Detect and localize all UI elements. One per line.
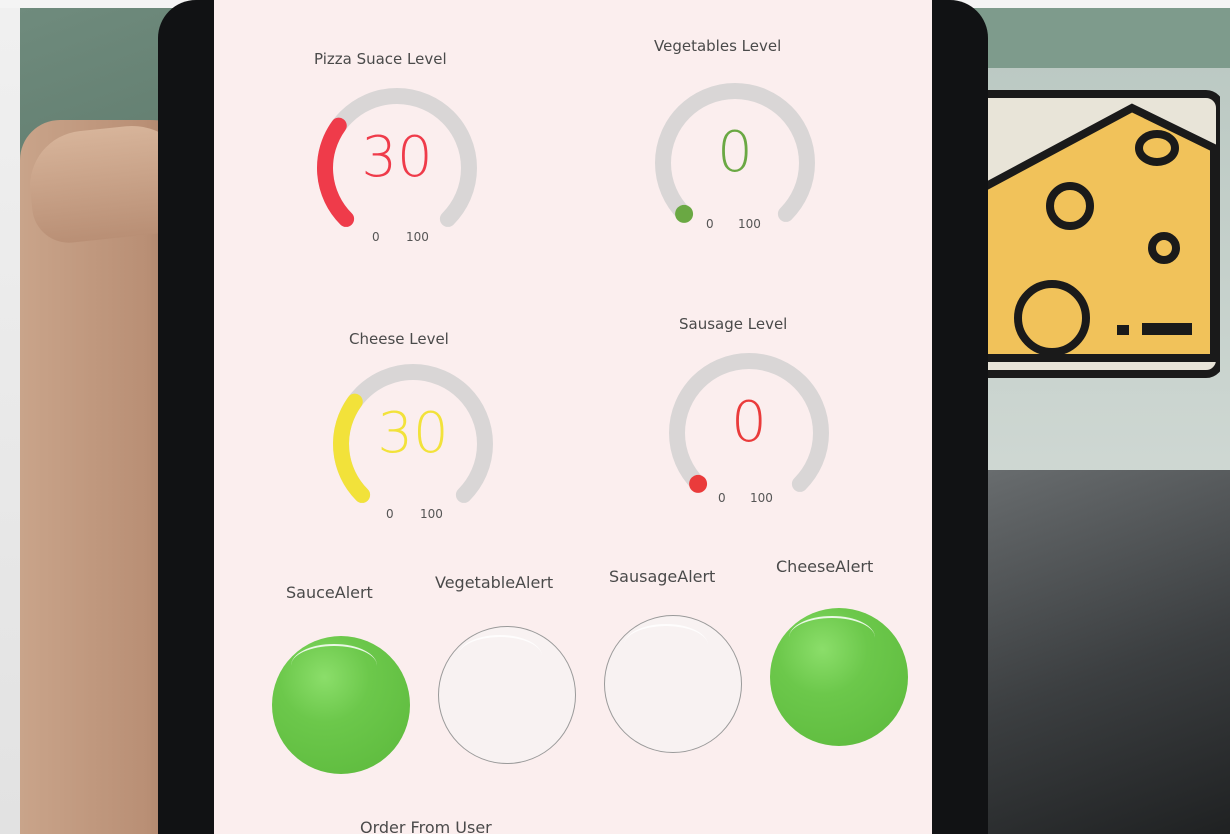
alert-led-sauce — [272, 636, 410, 774]
gauge-min-cheese: 0 — [386, 507, 394, 521]
gauge-title-vegetables: Vegetables Level — [654, 37, 782, 55]
app-screen: Pizza Suace Level 30 0 100 Vegetables Le… — [214, 0, 932, 834]
gauge-max-cheese: 100 — [420, 507, 443, 521]
gauge-max-sauce: 100 — [406, 230, 429, 244]
gauge-min-sausage: 0 — [718, 491, 726, 505]
alert-label-sausage: SausageAlert — [609, 567, 716, 586]
gauge-zero-dot — [675, 204, 694, 223]
order-from-user-title: Order From User — [360, 818, 492, 834]
gauge-value-sausage: 0 — [731, 390, 767, 455]
gauge-title-sauce: Pizza Suace Level — [314, 50, 447, 68]
gauge-title-cheese: Cheese Level — [349, 330, 449, 348]
gauge-sauce: 30 0 100 — [302, 80, 492, 250]
alert-led-cheese — [770, 608, 908, 746]
gauge-value-cheese: 30 — [377, 401, 449, 466]
gauge-min-vegetables: 0 — [706, 217, 714, 231]
background-table — [960, 470, 1230, 834]
gauge-max-vegetables: 100 — [738, 217, 761, 231]
gauge-max-sausage: 100 — [750, 491, 773, 505]
gauge-value-vegetables: 0 — [717, 120, 753, 185]
alert-led-sausage — [604, 615, 742, 753]
alert-label-vegetable: VegetableAlert — [435, 573, 554, 592]
background-right-top — [960, 8, 1230, 68]
gauge-vegetables: 0 0 100 — [640, 75, 830, 245]
cheese-sign-icon — [954, 90, 1220, 378]
gauge-value-sauce: 30 — [361, 125, 433, 190]
alert-label-sauce: SauceAlert — [286, 583, 373, 602]
gauge-min-sauce: 0 — [372, 230, 380, 244]
gauge-sausage: 0 0 100 — [654, 345, 844, 515]
alert-led-vegetable — [438, 626, 576, 764]
gauge-cheese: 30 0 100 — [318, 356, 508, 526]
photo-scene: Pizza Suace Level 30 0 100 Vegetables Le… — [0, 0, 1230, 834]
alert-label-cheese: CheeseAlert — [776, 557, 874, 576]
gauge-zero-dot — [689, 474, 708, 493]
gauge-title-sausage: Sausage Level — [679, 315, 788, 333]
